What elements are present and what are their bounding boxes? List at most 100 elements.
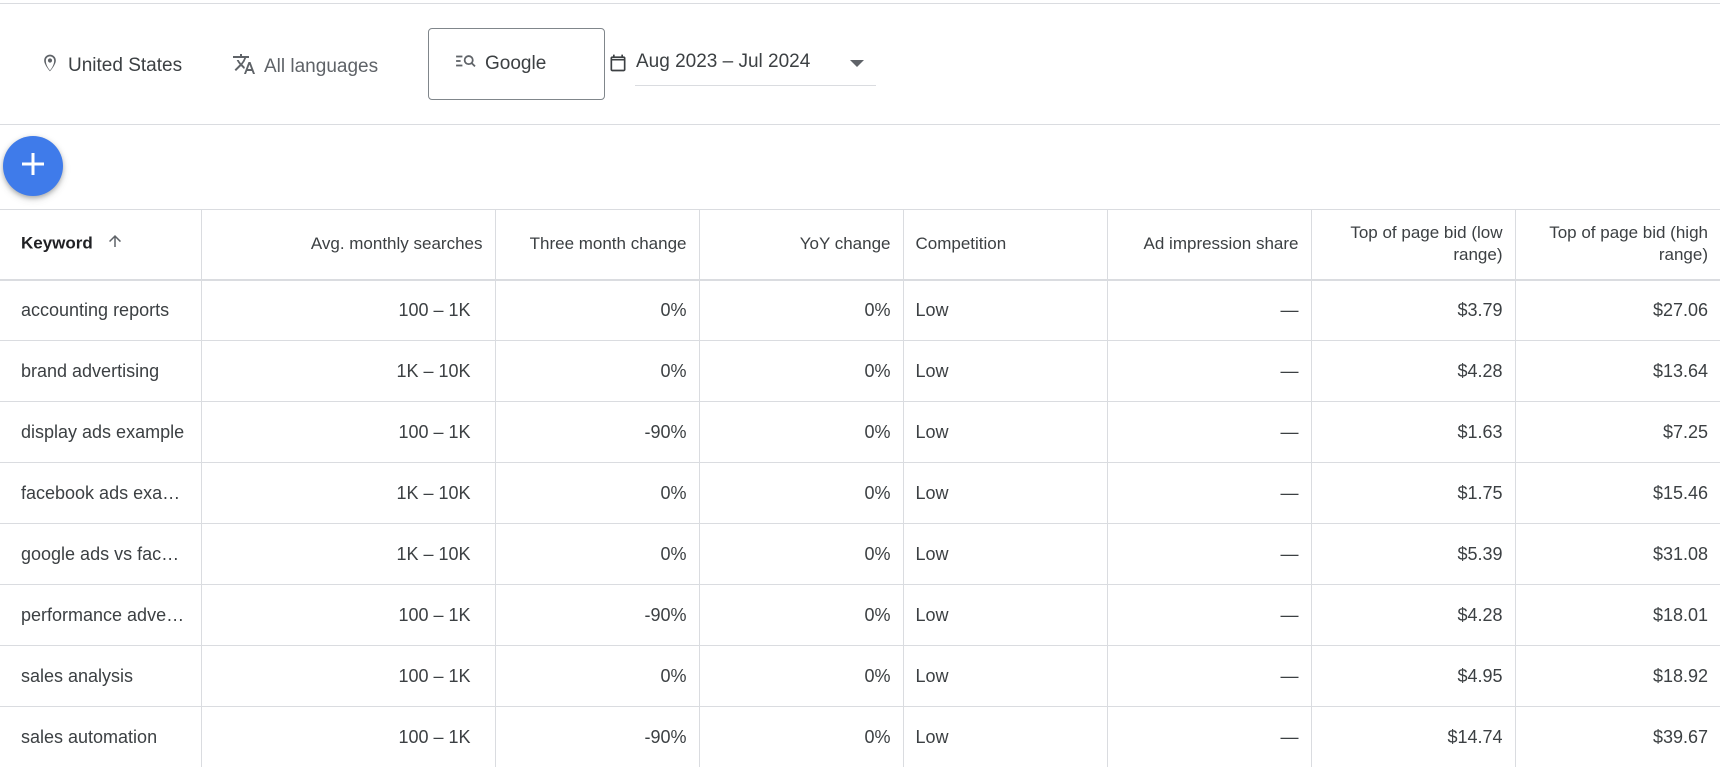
cell-three-month-change: 0%: [494, 340, 699, 402]
date-range-underline: [635, 85, 876, 86]
cell-yoy-change: 0%: [698, 462, 903, 524]
table-row[interactable]: performance adver… 100 – 1K -90% 0% Low — $4.2…: [0, 584, 1720, 646]
cell-competition: Low: [902, 523, 1107, 585]
cell-yoy-change: 0%: [698, 401, 903, 463]
cell-competition: Low: [902, 401, 1107, 463]
cell-avg-monthly-searches: 100 – 1K: [200, 401, 495, 463]
network-filter[interactable]: Google: [428, 28, 605, 100]
cell-bid-high: $7.25: [1514, 401, 1720, 463]
header-yoy-change[interactable]: YoY change: [698, 209, 903, 281]
cell-three-month-change: -90%: [494, 584, 699, 646]
cell-keyword[interactable]: accounting reports: [0, 279, 201, 341]
cell-three-month-change: 0%: [494, 462, 699, 524]
cell-competition: Low: [902, 462, 1107, 524]
cell-keyword[interactable]: google ads vs face…: [0, 523, 201, 585]
filter-divider: [0, 124, 1720, 125]
add-icon: [19, 150, 47, 183]
keyword-planner-page: United States All languages Google Aug 2…: [0, 0, 1720, 767]
cell-bid-low: $5.39: [1310, 523, 1515, 585]
cell-bid-low: $4.28: [1310, 340, 1515, 402]
cell-three-month-change: 0%: [494, 279, 699, 341]
cell-competition: Low: [902, 706, 1107, 767]
cell-avg-monthly-searches: 100 – 1K: [200, 279, 495, 341]
cell-yoy-change: 0%: [698, 279, 903, 341]
language-label: All languages: [264, 56, 379, 77]
table-row[interactable]: sales analysis 100 – 1K 0% 0% Low — $4.95 $18.9…: [0, 645, 1720, 707]
date-range-filter[interactable]: Aug 2023 – Jul 2024: [608, 52, 876, 86]
add-keyword-button[interactable]: [3, 136, 63, 196]
cell-avg-monthly-searches: 1K – 10K: [200, 340, 495, 402]
cell-ad-impression-share: —: [1106, 706, 1311, 767]
chevron-down-icon[interactable]: [850, 60, 864, 67]
arrow-up-icon[interactable]: [106, 232, 124, 256]
cell-yoy-change: 0%: [698, 645, 903, 707]
cell-bid-high: $31.08: [1514, 523, 1720, 585]
cell-three-month-change: -90%: [494, 706, 699, 767]
cell-ad-impression-share: —: [1106, 401, 1311, 463]
cell-competition: Low: [902, 645, 1107, 707]
cell-competition: Low: [902, 279, 1107, 341]
cell-bid-high: $18.92: [1514, 645, 1720, 707]
cell-keyword[interactable]: performance adver…: [0, 584, 201, 646]
cell-bid-low: $4.28: [1310, 584, 1515, 646]
location-label: United States: [68, 55, 183, 76]
cell-competition: Low: [902, 340, 1107, 402]
cell-ad-impression-share: —: [1106, 584, 1311, 646]
cell-three-month-change: 0%: [494, 645, 699, 707]
cell-keyword[interactable]: brand advertising: [0, 340, 201, 402]
cell-keyword[interactable]: sales analysis: [0, 645, 201, 707]
table-row[interactable]: facebook ads exa… 1K – 10K 0% 0% Low — $1.75 $1…: [0, 462, 1720, 524]
cell-keyword[interactable]: facebook ads exa…: [0, 462, 201, 524]
header-keyword-label: Keyword: [21, 233, 93, 253]
table-body: accounting reports 100 – 1K 0% 0% Low — $3.79 $…: [0, 279, 1720, 767]
table-row[interactable]: accounting reports 100 – 1K 0% 0% Low — $3.79 $…: [0, 279, 1720, 341]
cell-yoy-change: 0%: [698, 523, 903, 585]
table-row[interactable]: display ads example 100 – 1K -90% 0% Low — $1.…: [0, 401, 1720, 463]
translate-icon: [232, 52, 256, 82]
header-keyword[interactable]: Keyword: [0, 209, 201, 281]
header-avg-monthly-searches[interactable]: Avg. monthly searches: [200, 209, 495, 281]
table-row[interactable]: google ads vs face… 1K – 10K 0% 0% Low — $5.39…: [0, 523, 1720, 585]
cell-avg-monthly-searches: 100 – 1K: [200, 584, 495, 646]
cell-bid-low: $1.63: [1310, 401, 1515, 463]
location-pin-icon: [40, 52, 60, 80]
calendar-icon: [608, 52, 628, 80]
cell-yoy-change: 0%: [698, 706, 903, 767]
table-row[interactable]: sales automation 100 – 1K -90% 0% Low — $14.74…: [0, 706, 1720, 767]
cell-avg-monthly-searches: 100 – 1K: [200, 706, 495, 767]
cell-avg-monthly-searches: 1K – 10K: [200, 523, 495, 585]
cell-bid-low: $3.79: [1310, 279, 1515, 341]
cell-ad-impression-share: —: [1106, 340, 1311, 402]
header-bid-high[interactable]: Top of page bid (high range): [1514, 209, 1720, 281]
network-label: Google: [485, 53, 547, 74]
table-row[interactable]: brand advertising 1K – 10K 0% 0% Low — $4.28 $1…: [0, 340, 1720, 402]
header-competition[interactable]: Competition: [902, 209, 1107, 281]
keyword-table: Keyword Avg. monthly searches Three mont…: [0, 209, 1720, 767]
location-filter[interactable]: United States: [40, 52, 182, 80]
cell-bid-high: $27.06: [1514, 279, 1720, 341]
header-three-month-change[interactable]: Three month change: [494, 209, 699, 281]
cell-avg-monthly-searches: 100 – 1K: [200, 645, 495, 707]
cell-avg-monthly-searches: 1K – 10K: [200, 462, 495, 524]
cell-bid-high: $18.01: [1514, 584, 1720, 646]
date-range-label: Aug 2023 – Jul 2024: [636, 51, 811, 72]
header-ad-impression-share[interactable]: Ad impression share: [1106, 209, 1311, 281]
cell-competition: Low: [902, 584, 1107, 646]
cell-bid-high: $15.46: [1514, 462, 1720, 524]
cell-ad-impression-share: —: [1106, 523, 1311, 585]
search-network-icon: [455, 52, 477, 76]
cell-keyword[interactable]: display ads example: [0, 401, 201, 463]
filter-bar: United States All languages Google Aug 2…: [0, 4, 1720, 124]
cell-bid-low: $14.74: [1310, 706, 1515, 767]
cell-ad-impression-share: —: [1106, 279, 1311, 341]
cell-ad-impression-share: —: [1106, 462, 1311, 524]
keyword-table-container: Keyword Avg. monthly searches Three mont…: [0, 209, 1720, 767]
cell-ad-impression-share: —: [1106, 645, 1311, 707]
header-bid-low[interactable]: Top of page bid (low range): [1310, 209, 1515, 281]
cell-bid-high: $39.67: [1514, 706, 1720, 767]
cell-yoy-change: 0%: [698, 340, 903, 402]
table-header-row: Keyword Avg. monthly searches Three mont…: [0, 209, 1720, 281]
language-filter[interactable]: All languages: [232, 52, 378, 82]
cell-bid-high: $13.64: [1514, 340, 1720, 402]
cell-keyword[interactable]: sales automation: [0, 706, 201, 767]
